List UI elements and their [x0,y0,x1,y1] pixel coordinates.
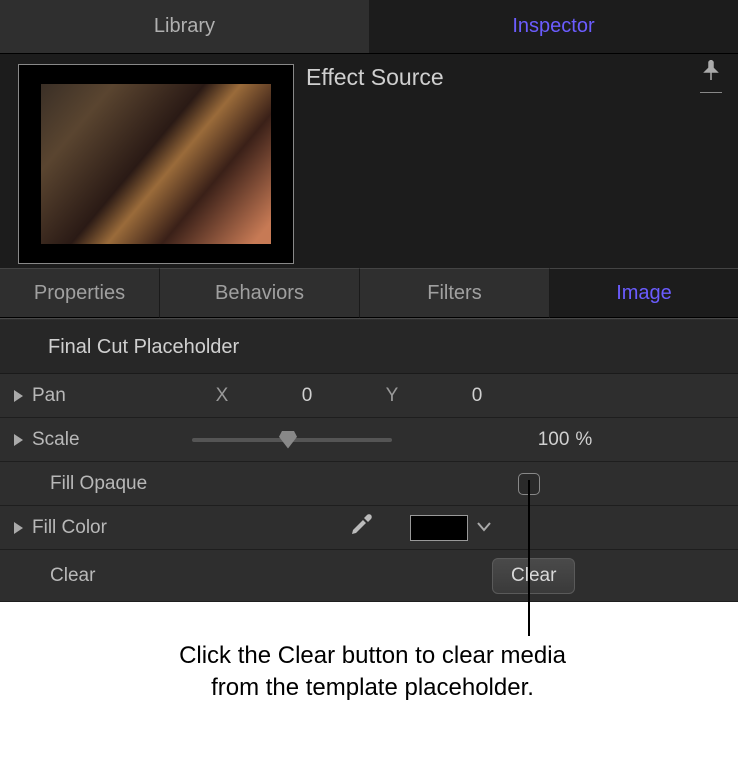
pan-x-value[interactable]: 0 [252,385,362,407]
color-swatch[interactable] [410,515,468,541]
eyedropper-icon[interactable] [348,512,374,544]
param-row-pan: Pan X 0 Y 0 [0,374,738,418]
disclosure-triangle-icon[interactable] [0,521,28,535]
pan-y-value[interactable]: 0 [422,385,532,407]
section-title: Final Cut Placeholder [0,320,738,374]
preview-image [41,84,271,244]
pin-icon[interactable] [700,60,722,93]
disclosure-triangle-icon[interactable] [0,433,28,447]
sub-tab-bar: Properties Behaviors Filters Image [0,268,738,318]
clear-button[interactable]: Clear [492,558,575,594]
param-row-clear: Clear Clear [0,550,738,602]
param-label-scale: Scale [28,429,192,451]
scale-slider[interactable] [192,438,392,442]
pan-y-label: Y [362,385,422,407]
tab-behaviors[interactable]: Behaviors [160,268,360,318]
header-section: Effect Source [0,54,738,268]
callout-annotation: Click the Clear button to clear media fr… [0,602,745,705]
chevron-down-icon[interactable] [476,517,492,539]
tab-library[interactable]: Library [0,0,369,54]
disclosure-triangle-icon[interactable] [0,389,28,403]
param-label-pan: Pan [28,385,192,407]
tab-inspector[interactable]: Inspector [369,0,738,54]
param-row-fill-opaque: Fill Opaque [0,462,738,506]
param-label-fill-opaque: Fill Opaque [28,473,192,495]
param-label-fill-color: Fill Color [28,517,192,539]
param-row-scale: Scale 100 % [0,418,738,462]
pan-x-label: X [192,385,252,407]
param-row-fill-color: Fill Color [0,506,738,550]
tab-properties[interactable]: Properties [0,268,160,318]
scale-value[interactable]: 100 [538,429,570,451]
scale-unit: % [575,429,592,451]
parameter-list: Final Cut Placeholder Pan X 0 Y 0 Scale [0,320,738,602]
callout-leader-line [528,480,530,636]
callout-text: Click the Clear button to clear media fr… [173,640,573,705]
tab-filters[interactable]: Filters [360,268,550,318]
top-tab-bar: Library Inspector [0,0,738,54]
param-label-clear: Clear [28,565,192,587]
effect-title: Effect Source [294,64,444,258]
slider-thumb-icon[interactable] [279,431,297,449]
tab-image[interactable]: Image [550,268,738,318]
preview-thumbnail[interactable] [18,64,294,264]
